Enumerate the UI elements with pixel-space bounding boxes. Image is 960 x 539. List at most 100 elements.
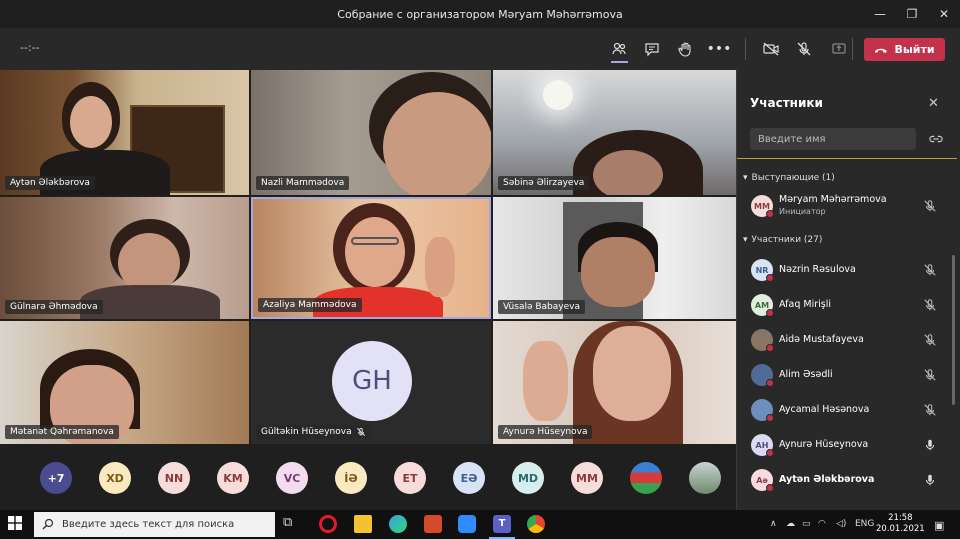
volume-icon[interactable]: ◁) <box>836 519 846 529</box>
toolbar-divider <box>852 38 853 60</box>
chevron-down-icon: ▾ <box>743 173 748 183</box>
tray-chevron-icon[interactable]: ∧ <box>770 519 777 529</box>
share-screen-icon[interactable] <box>827 37 851 61</box>
window-controls: — ❐ ✕ <box>864 0 960 28</box>
participant-row[interactable]: Aidə Mustafayeva <box>737 323 955 357</box>
strip-avatar[interactable]: VC <box>276 462 308 494</box>
minimize-icon[interactable]: — <box>864 0 896 28</box>
mic-off-icon <box>924 334 936 346</box>
opera-icon[interactable] <box>319 515 337 533</box>
leave-button[interactable]: Выйти <box>864 38 945 61</box>
participant-name: Nəzrin Rəsulova <box>779 264 856 275</box>
windows-taskbar: Введите здесь текст для поиска ⧉ T ∧ ☁ ▭… <box>0 510 960 539</box>
tile-name-label: Aytən Ələkbərova <box>5 176 95 190</box>
strip-avatar[interactable]: KM <box>217 462 249 494</box>
overflow-count[interactable]: +7 <box>40 462 72 494</box>
participant-row[interactable]: NR Nəzrin Rəsulova <box>737 253 955 287</box>
hand-shape <box>425 237 455 297</box>
mic-off-icon <box>924 299 936 311</box>
network-icon[interactable]: ◠ <box>818 519 826 529</box>
participants-active-indicator <box>611 61 628 63</box>
participant-strip: +7 XD NN KM VC İƏ ET EƏ MD MM <box>0 444 736 510</box>
participant-search-input[interactable] <box>750 128 916 150</box>
mic-off-icon <box>924 369 936 381</box>
video-tile[interactable]: Səbinə Əlirzayeva <box>493 70 736 195</box>
file-explorer-icon[interactable] <box>354 515 372 533</box>
participant-avatar: AM <box>751 294 774 317</box>
camera-off-icon[interactable] <box>759 37 783 61</box>
status-dot <box>766 414 774 422</box>
restore-icon[interactable]: ❐ <box>896 0 928 28</box>
tile-name-label: Aynurə Hüseynova <box>498 425 593 439</box>
share-invite-icon[interactable] <box>929 132 943 146</box>
search-icon <box>42 518 54 530</box>
mic-off-icon <box>924 264 936 276</box>
participant-row[interactable]: Aycamal Həsənova <box>737 393 955 427</box>
face-shape <box>581 237 655 307</box>
chat-icon[interactable] <box>640 37 664 61</box>
participant-row[interactable]: MM Məryam Məhərrəmova Инициатор <box>737 189 955 223</box>
participant-avatar: Aə <box>751 469 774 492</box>
more-options-icon[interactable]: ••• <box>707 37 732 61</box>
mic-off-icon <box>356 427 365 437</box>
video-tile[interactable]: Gülnarə Əhmədova <box>0 197 249 319</box>
participant-role: Инициатор <box>779 207 826 216</box>
attendees-section-header[interactable]: ▾ Участники (27) <box>743 235 822 245</box>
app-icon[interactable] <box>424 515 442 533</box>
video-tile[interactable]: Aynurə Hüseynova <box>493 321 736 444</box>
participant-row[interactable]: Alim Əsədli <box>737 358 955 392</box>
phone-hangup-icon <box>875 48 888 53</box>
video-tile[interactable]: Vüsalə Babayeva <box>493 197 736 319</box>
strip-avatar-photo[interactable] <box>689 462 721 494</box>
keyboard-language[interactable]: ENG <box>855 519 874 529</box>
teams-icon[interactable]: T <box>493 515 511 533</box>
participant-name: Aidə Mustafayeva <box>779 334 864 345</box>
presenters-section-header[interactable]: ▾ Выступающие (1) <box>743 173 835 183</box>
status-dot <box>766 210 774 218</box>
mic-on-icon <box>925 439 935 451</box>
face-shape <box>118 233 180 293</box>
strip-avatar-photo[interactable] <box>630 462 662 494</box>
video-tile[interactable]: Aytən Ələkbərova <box>0 70 249 195</box>
video-tile-no-video[interactable]: GH Gültəkin Hüseynova <box>251 321 491 444</box>
windows-start-icon[interactable] <box>8 516 22 530</box>
scrollbar[interactable] <box>952 255 955 405</box>
close-icon[interactable]: ✕ <box>928 0 960 28</box>
raise-hand-icon[interactable] <box>673 37 697 61</box>
title-bar: Собрание с организатором Məryam Məhərrəm… <box>0 0 960 28</box>
strip-avatar[interactable]: XD <box>99 462 131 494</box>
tile-name-label: Vüsalə Babayeva <box>498 300 585 314</box>
video-tile[interactable]: Nazli Mammədova <box>251 70 491 195</box>
system-clock[interactable]: 21:58 20.01.2021 <box>876 513 925 535</box>
video-grid: Aytən Ələkbərova Nazli Mammədova Səbinə … <box>0 70 736 444</box>
participant-row[interactable]: AM Afaq Mirişli <box>737 288 955 322</box>
participant-avatar: AH <box>751 434 774 457</box>
tile-name-label: Nazli Mammədova <box>256 176 350 190</box>
video-tile[interactable]: Mətanət Qəhrəmanova <box>0 321 249 444</box>
chrome-icon[interactable] <box>527 515 545 533</box>
strip-avatar[interactable]: MD <box>512 462 544 494</box>
status-dot <box>766 274 774 282</box>
close-panel-icon[interactable]: ✕ <box>928 96 939 111</box>
video-tile-active-speaker[interactable]: Azaliya Mammədova <box>251 197 491 319</box>
strip-avatar[interactable]: EƏ <box>453 462 485 494</box>
edge-icon[interactable] <box>389 515 407 533</box>
strip-avatar[interactable]: İƏ <box>335 462 367 494</box>
participant-name: Alim Əsədli <box>779 369 833 380</box>
panel-title: Участники <box>750 96 823 110</box>
task-view-icon[interactable]: ⧉ <box>283 515 301 533</box>
strip-avatar[interactable]: ET <box>394 462 426 494</box>
strip-avatar[interactable]: NN <box>158 462 190 494</box>
mic-off-icon[interactable] <box>792 37 816 61</box>
participant-row[interactable]: Aə Aytən Ələkbərova <box>737 463 955 497</box>
tile-name-label: Gülnarə Əhmədova <box>5 300 103 314</box>
chevron-down-icon: ▾ <box>743 235 748 245</box>
face-shape <box>593 150 663 195</box>
zoom-icon[interactable] <box>458 515 476 533</box>
taskbar-search-box[interactable]: Введите здесь текст для поиска <box>34 512 275 537</box>
strip-avatar[interactable]: MM <box>571 462 603 494</box>
cloud-icon[interactable]: ☁ <box>786 519 795 529</box>
participant-row[interactable]: AH Aynurə Hüseynova <box>737 428 955 462</box>
notifications-icon[interactable]: ▣ <box>934 519 944 532</box>
participants-icon[interactable] <box>607 37 631 61</box>
